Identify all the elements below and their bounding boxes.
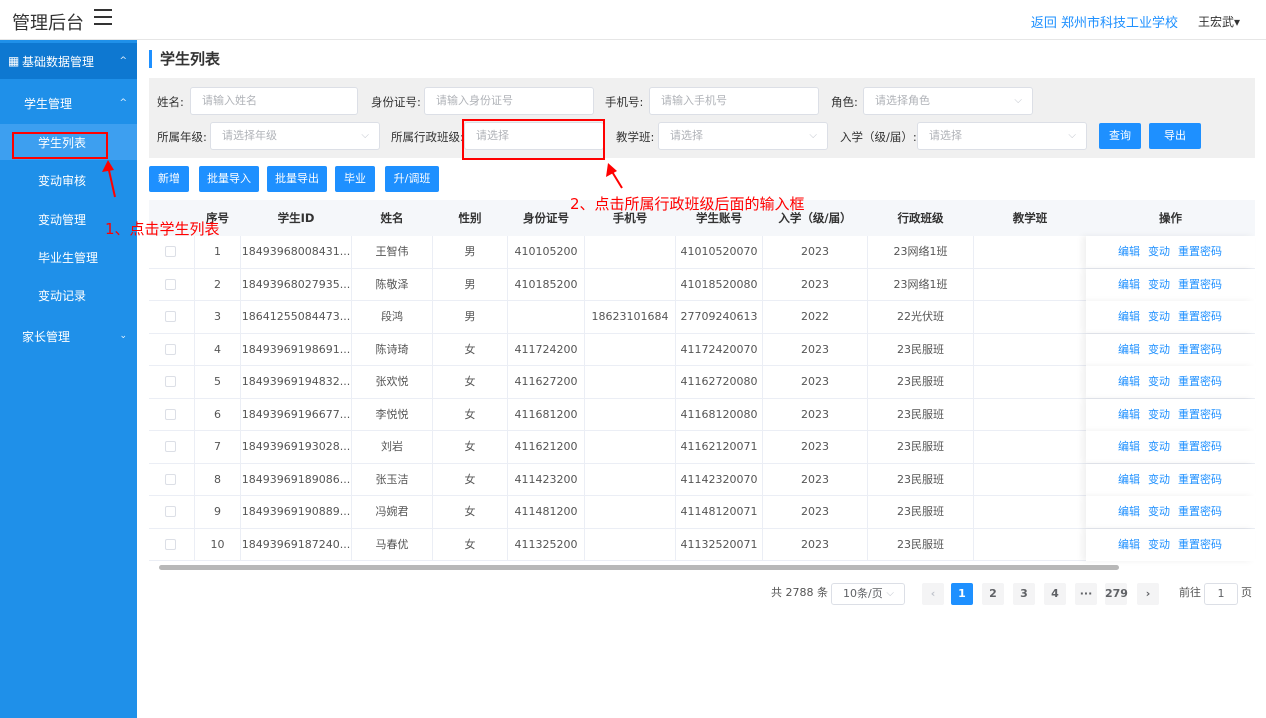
annotation-step2: 2、点击所属行政班级后面的输入框	[570, 195, 805, 213]
annotation-arrows	[102, 160, 623, 198]
annotation-step1: 1、点击学生列表	[105, 220, 220, 238]
